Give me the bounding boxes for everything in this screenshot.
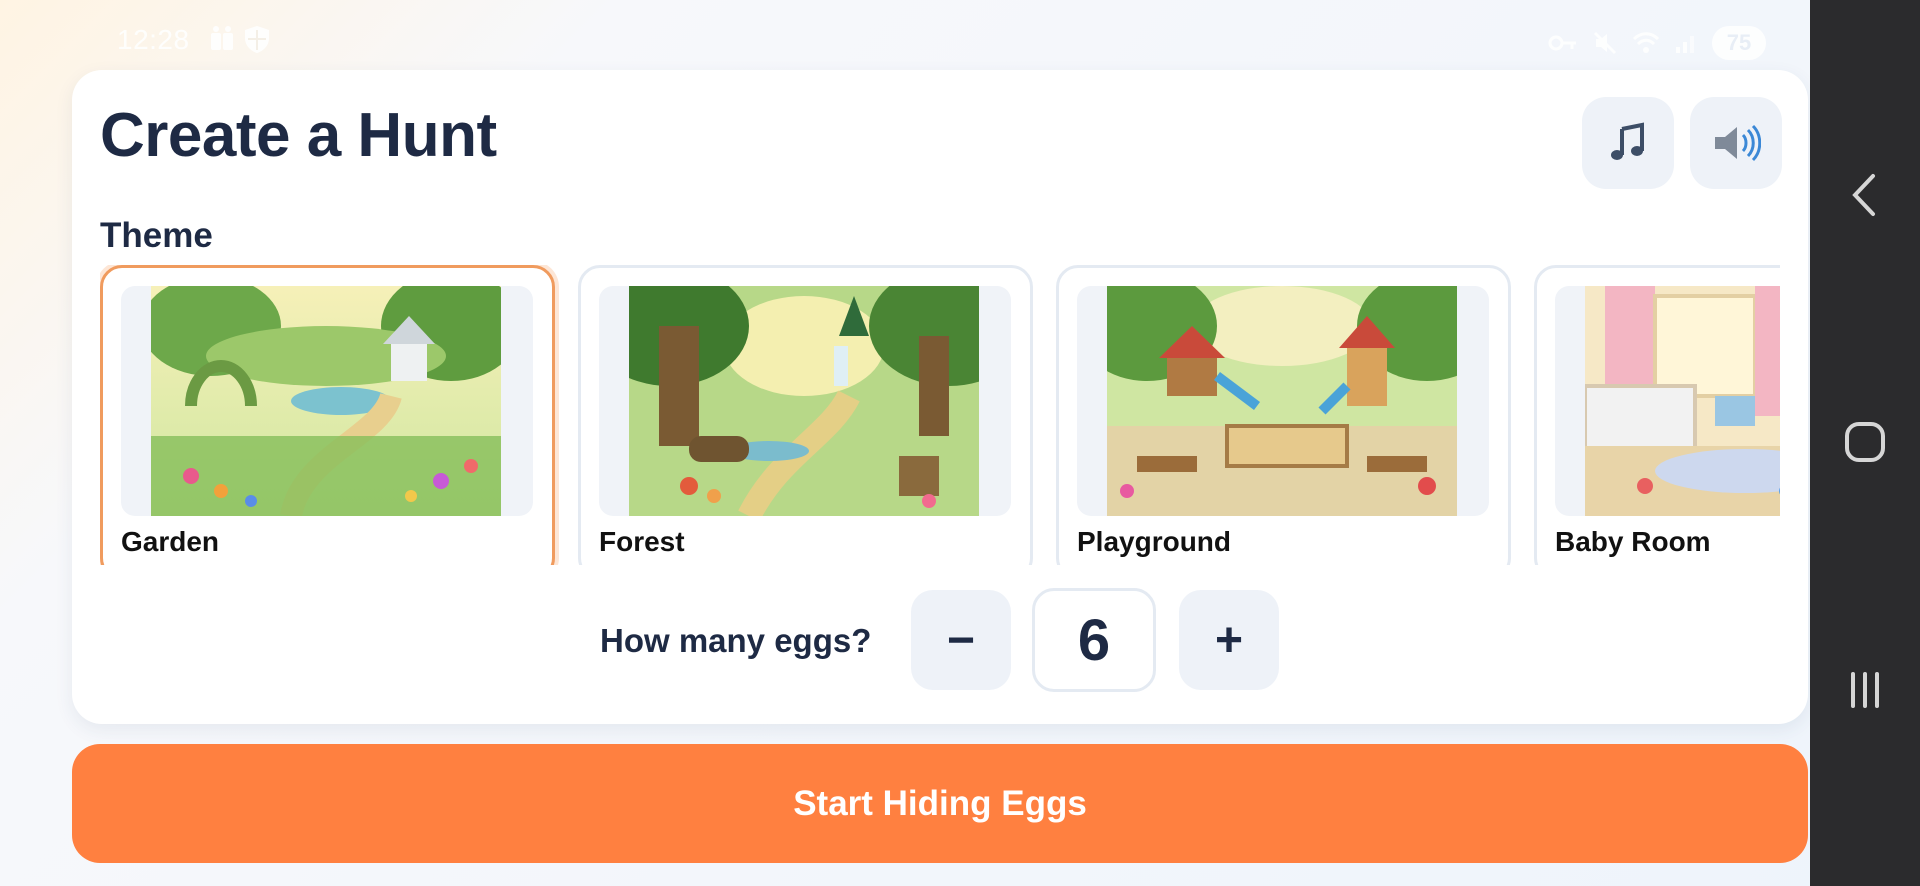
start-hiding-eggs-button[interactable]: Start Hiding Eggs <box>72 744 1808 863</box>
home-button[interactable] <box>1835 412 1895 472</box>
theme-card-baby-room[interactable]: Baby Room <box>1534 265 1780 565</box>
system-nav-bar <box>1810 0 1920 886</box>
theme-thumb-frame <box>121 286 533 516</box>
home-icon <box>1845 422 1885 462</box>
back-icon <box>1852 174 1875 216</box>
mute-icon <box>1593 31 1617 55</box>
forest-thumbnail <box>629 286 979 516</box>
signal-icon <box>1676 36 1694 53</box>
wifi-icon <box>1632 32 1660 53</box>
theme-label: Baby Room <box>1555 526 1711 557</box>
theme-thumb-frame <box>599 286 1011 516</box>
increase-eggs-button[interactable]: + <box>1179 590 1279 690</box>
recents-button[interactable] <box>1835 660 1895 720</box>
shield-icon <box>245 26 269 53</box>
theme-card-garden[interactable]: Garden <box>100 265 555 565</box>
decrease-eggs-button[interactable]: − <box>911 590 1011 690</box>
theme-label: Forest <box>599 526 685 557</box>
theme-carousel[interactable]: Garden Forest Playground Baby Room <box>100 265 1780 565</box>
egg-count-value: 6 <box>1032 588 1156 692</box>
theme-label: Playground <box>1077 526 1232 557</box>
status-right-icons: 75 <box>1548 26 1766 60</box>
theme-label: Garden <box>121 526 220 557</box>
baby-room-thumbnail <box>1585 286 1780 516</box>
recents-icon <box>1851 672 1879 708</box>
egg-count-label: How many eggs? <box>600 622 872 659</box>
theme-card-forest[interactable]: Forest <box>578 265 1033 565</box>
egg-count-row: How many eggs? − 6 + <box>72 588 1808 692</box>
theme-thumb-frame <box>1555 286 1780 516</box>
create-hunt-card: Create a Hunt Theme Garden Forest Playgr… <box>72 70 1808 724</box>
music-toggle-button[interactable] <box>1582 97 1674 189</box>
garden-thumbnail <box>151 286 501 516</box>
page-title: Create a Hunt <box>100 101 497 170</box>
status-bar: 12:28 75 <box>0 0 1810 76</box>
speaker-icon <box>1715 124 1761 162</box>
back-button[interactable] <box>1835 165 1895 225</box>
key-icon <box>1548 35 1576 51</box>
status-left-icons <box>208 24 272 54</box>
theme-thumb-frame <box>1077 286 1489 516</box>
theme-card-playground[interactable]: Playground <box>1056 265 1511 565</box>
theme-section-label: Theme <box>100 216 213 255</box>
start-button-label: Start Hiding Eggs <box>793 783 1087 823</box>
sound-toggle-button[interactable] <box>1690 97 1782 189</box>
status-time: 12:28 <box>117 24 190 55</box>
playground-thumbnail <box>1107 286 1457 516</box>
media-icon <box>211 26 233 50</box>
music-note-icon <box>1611 122 1644 160</box>
battery-indicator: 75 <box>1712 26 1766 60</box>
